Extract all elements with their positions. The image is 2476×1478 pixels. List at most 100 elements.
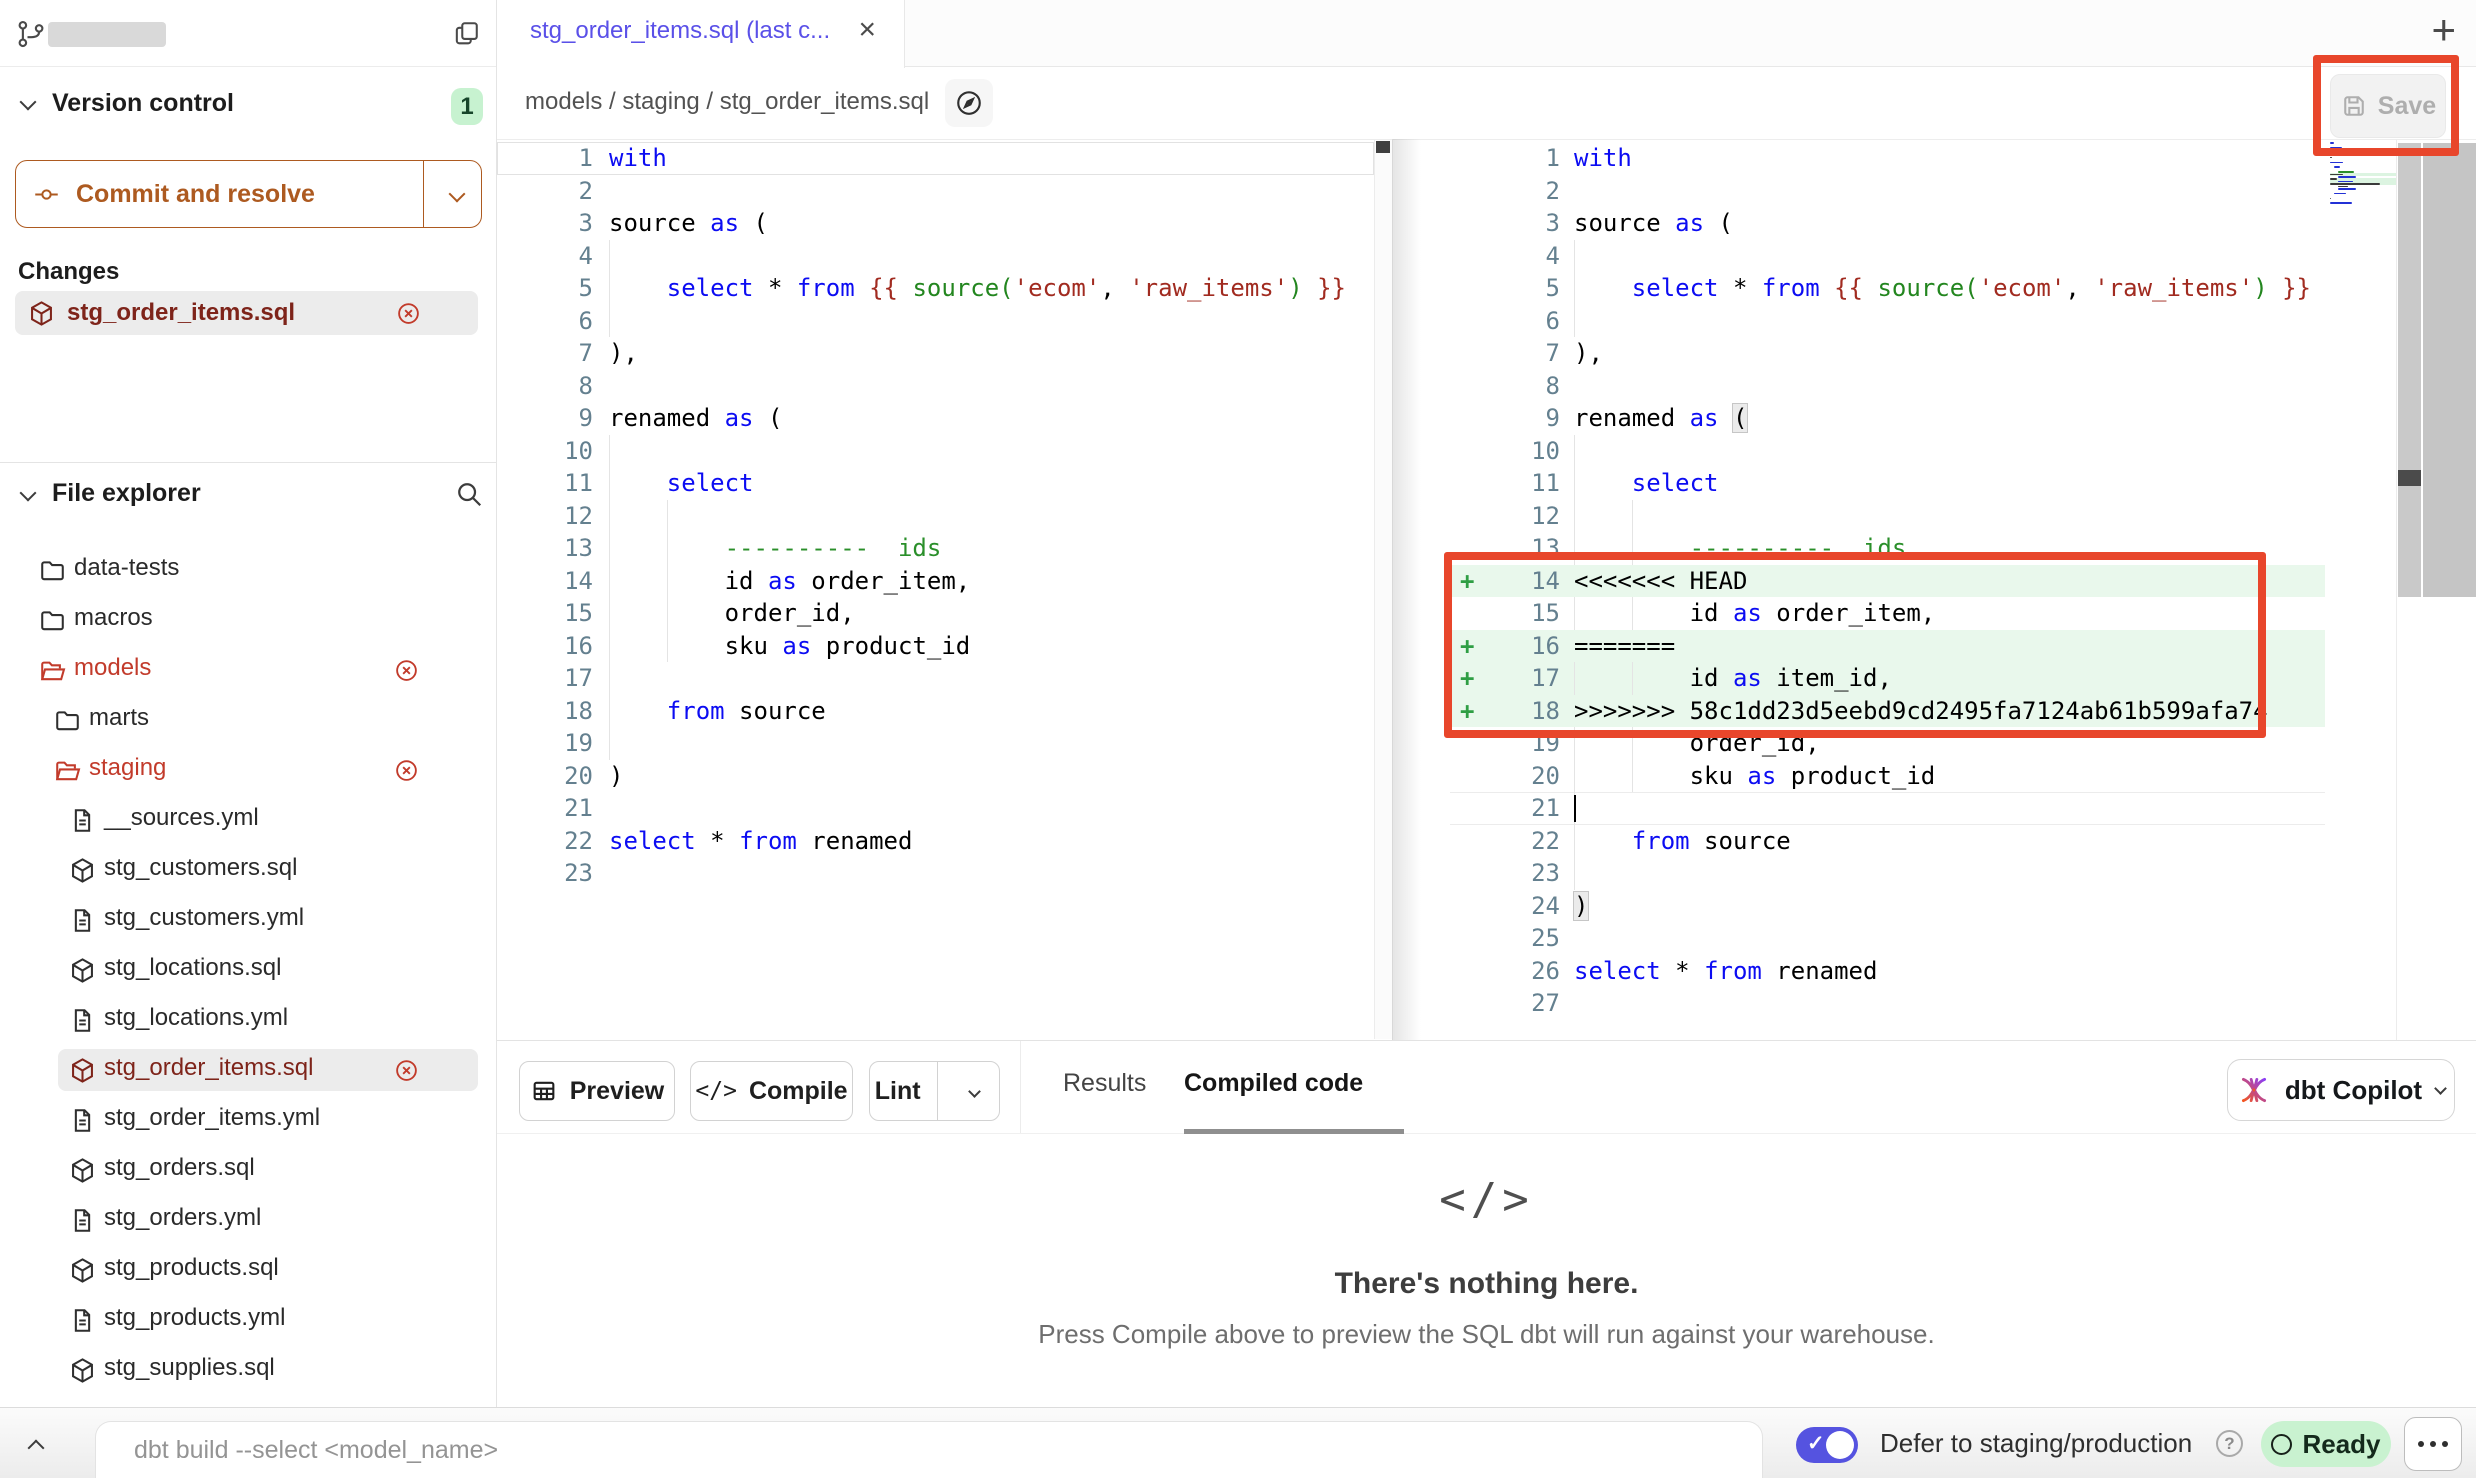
code-line[interactable]: 9renamed as ( (497, 402, 1374, 435)
save-button[interactable]: Save (2330, 74, 2446, 138)
code-line[interactable]: 25 (1450, 922, 2325, 955)
code-line[interactable]: 24) (1450, 890, 2325, 923)
code-line[interactable]: 3source as ( (1450, 207, 2325, 240)
code-line[interactable]: 11 select (497, 467, 1374, 500)
code-line[interactable]: 19 (497, 727, 1374, 760)
right-scrollbar-thumb[interactable] (2398, 470, 2421, 486)
right-scrollbar-track[interactable] (2398, 143, 2421, 597)
editor-scrollbar-thumb[interactable] (1376, 141, 1390, 153)
tree-item-stg-order-items-yml[interactable]: stg_order_items.yml (0, 1095, 497, 1145)
code-line[interactable]: 2 (1450, 175, 2325, 208)
code-line[interactable]: 16 sku as product_id (497, 630, 1374, 663)
code-line[interactable]: 12 (497, 500, 1374, 533)
code-line[interactable]: 23 (497, 857, 1374, 890)
copy-icon[interactable] (452, 19, 481, 48)
tree-item-stg-products-sql[interactable]: stg_products.sql (0, 1245, 497, 1295)
code-line[interactable]: 27 (1450, 987, 2325, 1020)
dbt-copilot-button[interactable]: dbt Copilot (2227, 1059, 2455, 1121)
tree-item-macros[interactable]: macros (0, 595, 497, 645)
code-line[interactable]: 6 (497, 305, 1374, 338)
code-line[interactable]: 23 (1450, 857, 2325, 890)
code-line[interactable]: 5 select * from {{ source('ecom', 'raw_i… (497, 272, 1374, 305)
code-line[interactable]: 3source as ( (497, 207, 1374, 240)
window-scrollbar[interactable] (2423, 143, 2476, 597)
code-line[interactable]: 10 (497, 435, 1374, 468)
editor-scrollbar[interactable] (1374, 140, 1392, 1039)
code-line[interactable]: 8 (497, 370, 1374, 403)
tree-item-stg-order-items-sql[interactable]: stg_order_items.sql (0, 1045, 497, 1095)
code-line[interactable]: +14<<<<<<< HEAD (1450, 565, 2325, 598)
code-line[interactable]: 4 (1450, 240, 2325, 273)
code-line[interactable]: 4 (497, 240, 1374, 273)
code-line[interactable]: 15 order_id, (497, 597, 1374, 630)
tree-item-staging[interactable]: staging (0, 745, 497, 795)
code-line[interactable]: 19 order_id, (1450, 727, 2325, 760)
editor-pane-current[interactable]: 1with23source as (45 select * from {{ so… (1450, 142, 2325, 1020)
code-line[interactable]: 26select * from renamed (1450, 955, 2325, 988)
tab-compiled-code[interactable]: Compiled code (1184, 1069, 1363, 1098)
code-line[interactable]: 1with (497, 142, 1374, 175)
code-line[interactable]: 7), (497, 337, 1374, 370)
code-line[interactable]: 20 sku as product_id (1450, 760, 2325, 793)
tree-item-stg-customers-yml[interactable]: stg_customers.yml (0, 895, 497, 945)
tree-item-stg-locations-yml[interactable]: stg_locations.yml (0, 995, 497, 1045)
code-line[interactable]: 18 from source (497, 695, 1374, 728)
code-line[interactable]: +18>>>>>>> 58c1dd23d5eebd9cd2495fa7124ab… (1450, 695, 2325, 728)
tree-item-stg-locations-sql[interactable]: stg_locations.sql (0, 945, 497, 995)
code-line[interactable]: 9renamed as ( (1450, 402, 2325, 435)
lint-dropdown-button[interactable] (950, 1087, 999, 1096)
empty-state-title: There's nothing here. (497, 1267, 2476, 1301)
lineage-compass-icon[interactable] (945, 79, 993, 127)
editor-pane-original[interactable]: 1with23source as (45 select * from {{ so… (497, 142, 1374, 890)
code-line[interactable]: 1with (1450, 142, 2325, 175)
tree-item-stg-orders-yml[interactable]: stg_orders.yml (0, 1195, 497, 1245)
compile-button[interactable]: </> Compile (690, 1061, 853, 1121)
commit-dropdown-button[interactable] (451, 187, 463, 205)
close-icon[interactable]: × (858, 13, 876, 47)
code-line[interactable]: 5 select * from {{ source('ecom', 'raw_i… (1450, 272, 2325, 305)
git-branch-icon[interactable] (16, 19, 46, 49)
tree-item-models[interactable]: models (0, 645, 497, 695)
chevron-down-icon[interactable] (20, 94, 37, 111)
code-line[interactable]: 17 (497, 662, 1374, 695)
tree-item-stg-customers-sql[interactable]: stg_customers.sql (0, 845, 497, 895)
code-line[interactable]: 11 select (1450, 467, 2325, 500)
code-line[interactable]: 7), (1450, 337, 2325, 370)
defer-toggle[interactable]: ✓ (1796, 1427, 1858, 1463)
changed-file-row[interactable]: stg_order_items.sql (15, 291, 478, 335)
code-line[interactable]: +16======= (1450, 630, 2325, 663)
chevron-down-icon[interactable] (20, 485, 37, 502)
tree-item-data-tests[interactable]: data-tests (0, 545, 497, 595)
code-line[interactable]: 12 (1450, 500, 2325, 533)
command-input[interactable] (134, 1422, 1634, 1478)
code-line[interactable]: 8 (1450, 370, 2325, 403)
tree-item-stg-products-yml[interactable]: stg_products.yml (0, 1295, 497, 1345)
code-line[interactable]: 2 (497, 175, 1374, 208)
code-line[interactable]: 14 id as order_item, (497, 565, 1374, 598)
code-line[interactable]: 6 (1450, 305, 2325, 338)
code-line[interactable]: 21 (497, 792, 1374, 825)
search-icon[interactable] (454, 479, 484, 509)
more-options-button[interactable] (2404, 1417, 2462, 1471)
tree-item--sources-yml[interactable]: __sources.yml (0, 795, 497, 845)
code-line[interactable]: 22 from source (1450, 825, 2325, 858)
code-line[interactable]: 22select * from renamed (497, 825, 1374, 858)
code-line[interactable]: 13 ---------- ids (497, 532, 1374, 565)
tree-item-stg-orders-sql[interactable]: stg_orders.sql (0, 1145, 497, 1195)
code-line[interactable]: 10 (1450, 435, 2325, 468)
new-tab-button[interactable]: + (2431, 6, 2456, 54)
lint-button[interactable]: Lint (869, 1061, 1000, 1121)
code-line[interactable]: 15 id as order_item, (1450, 597, 2325, 630)
tab-results[interactable]: Results (1063, 1069, 1146, 1098)
tab-stg-order-items[interactable]: stg_order_items.sql (last c... × (497, 0, 905, 68)
minimap[interactable] (2330, 142, 2396, 212)
code-line[interactable]: 21 (1450, 792, 2325, 825)
commit-and-resolve-button[interactable]: Commit and resolve (15, 160, 482, 228)
tree-item-marts[interactable]: marts (0, 695, 497, 745)
preview-button[interactable]: Preview (519, 1061, 675, 1121)
code-line[interactable]: 20) (497, 760, 1374, 793)
help-icon[interactable]: ? (2216, 1430, 2243, 1457)
code-line[interactable]: +17 id as item_id, (1450, 662, 2325, 695)
code-line[interactable]: 13 ---------- ids (1450, 532, 2325, 565)
tree-item-stg-supplies-sql[interactable]: stg_supplies.sql (0, 1345, 497, 1395)
